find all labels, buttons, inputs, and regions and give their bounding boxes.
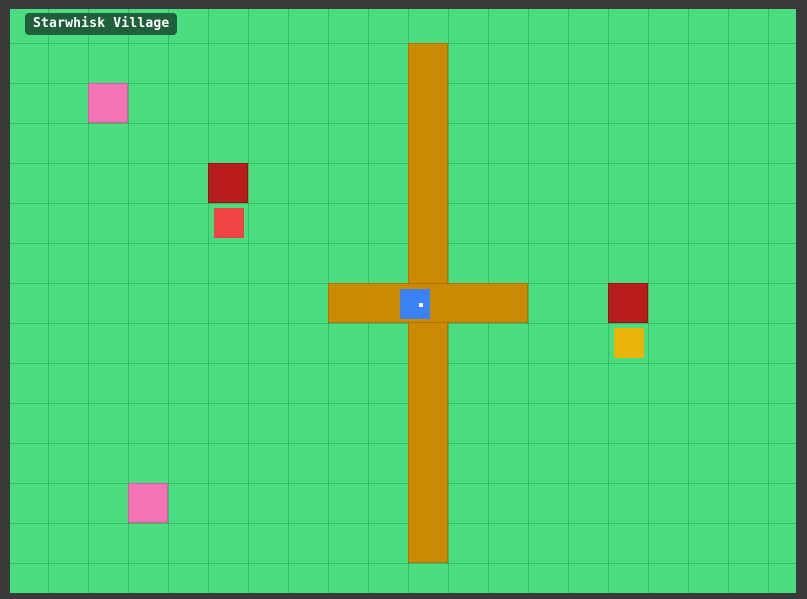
flower-tile: [88, 83, 128, 123]
game-viewport: Starwhisk Village: [0, 0, 807, 599]
flower-tile: [128, 483, 168, 523]
house-tile[interactable]: [608, 283, 648, 323]
npc-villager-yellow[interactable]: [614, 328, 644, 358]
player-facing-indicator: [419, 303, 423, 307]
house-tile[interactable]: [208, 163, 248, 203]
npc-villager-red[interactable]: [214, 208, 244, 238]
tile-map[interactable]: [10, 9, 796, 593]
location-name-badge: Starwhisk Village: [25, 13, 178, 35]
player-character[interactable]: [400, 289, 430, 319]
viewport-left-border: [0, 0, 10, 599]
